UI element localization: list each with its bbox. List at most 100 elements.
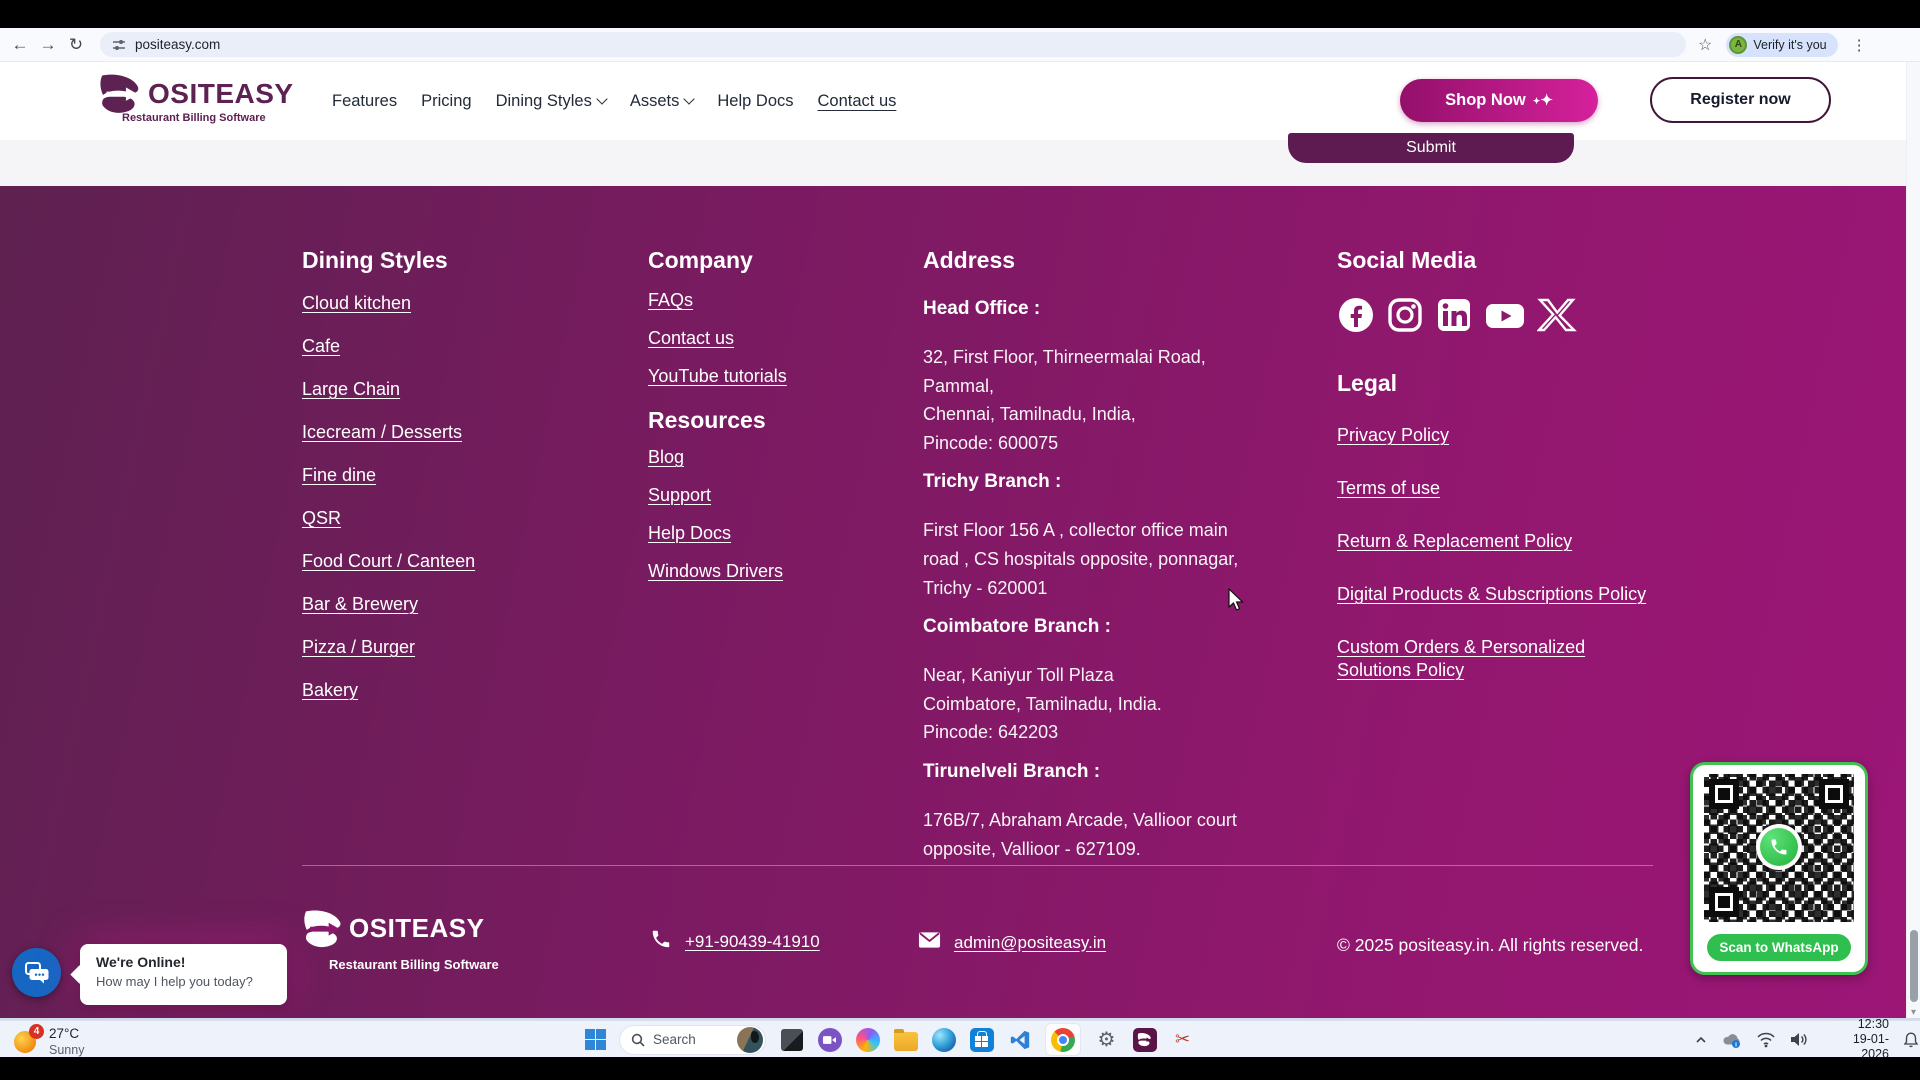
footer-link-blog[interactable]: Blog: [648, 447, 878, 468]
taskbar-app-positeasy[interactable]: [1132, 1027, 1157, 1052]
footer-link-contact-us[interactable]: Contact us: [648, 328, 878, 349]
weather-temperature: 27°C: [49, 1026, 84, 1041]
youtube-icon[interactable]: [1484, 296, 1526, 334]
nav-item-help-docs[interactable]: Help Docs: [717, 92, 793, 111]
nav-item-dining-styles[interactable]: Dining Styles: [496, 92, 606, 111]
taskbar-search[interactable]: Search: [619, 1025, 766, 1055]
footer-link-digital-products[interactable]: Digital Products & Subscriptions Policy: [1337, 583, 1657, 606]
tray-chevron-up-icon[interactable]: [1694, 1034, 1708, 1046]
x-twitter-icon[interactable]: [1537, 296, 1577, 334]
bottom-letterbox: [0, 1057, 1920, 1080]
bookmark-star-icon[interactable]: ☆: [1698, 35, 1712, 55]
submit-button[interactable]: Submit: [1288, 133, 1574, 163]
whatsapp-logo-icon: [1756, 824, 1802, 870]
taskbar-app-photos[interactable]: [779, 1027, 804, 1052]
taskbar-app-store[interactable]: [969, 1027, 994, 1052]
taskbar-app-snipping-tool[interactable]: ✂: [1170, 1027, 1195, 1052]
phone-link[interactable]: +91-90439-41910: [685, 932, 820, 952]
taskbar-app-edge[interactable]: [931, 1027, 956, 1052]
footer-link-youtube-tutorials[interactable]: YouTube tutorials: [648, 366, 878, 387]
footer-link-fine-dine[interactable]: Fine dine: [302, 465, 552, 486]
register-now-button[interactable]: Register now: [1650, 77, 1831, 123]
chat-launcher-button[interactable]: [12, 948, 61, 997]
footer-column-dining-styles: Dining Styles Cloud kitchen Cafe Large C…: [302, 247, 552, 723]
onedrive-cloud-icon[interactable]: i: [1721, 1031, 1743, 1049]
taskbar-app-vscode[interactable]: [1007, 1027, 1032, 1052]
taskbar-app-settings[interactable]: ⚙: [1094, 1027, 1119, 1052]
verify-profile-button[interactable]: A Verify it's you: [1726, 33, 1837, 57]
footer-link-faqs[interactable]: FAQs: [648, 290, 878, 311]
copyright-text: © 2025 positeasy.in. All rights reserved…: [1337, 935, 1643, 956]
search-label: Search: [653, 1032, 729, 1047]
linkedin-icon[interactable]: [1435, 296, 1473, 334]
social-media-heading: Social Media: [1337, 247, 1657, 273]
search-daily-image[interactable]: [737, 1027, 763, 1053]
shop-now-button[interactable]: Shop Now ✦✦: [1400, 79, 1598, 122]
logo-mark-icon: [98, 74, 142, 116]
footer-link-bar-brewery[interactable]: Bar & Brewery: [302, 594, 552, 615]
clock-time: 12:30: [1826, 1017, 1889, 1032]
footer-link-bakery[interactable]: Bakery: [302, 680, 552, 701]
volume-icon[interactable]: [1789, 1031, 1808, 1048]
browser-menu-icon[interactable]: ⋮: [1852, 36, 1867, 54]
footer-link-windows-drivers[interactable]: Windows Drivers: [648, 561, 878, 582]
scrollbar-down-arrow[interactable]: ▾: [1907, 1007, 1920, 1018]
footer-link-large-chain[interactable]: Large Chain: [302, 379, 552, 400]
forward-icon[interactable]: →: [34, 28, 62, 62]
whatsapp-qr-widget[interactable]: Scan to WhatsApp: [1690, 762, 1868, 975]
footer-logo-text: OSITEASY: [349, 910, 484, 946]
page-scrollbar[interactable]: ▾: [1906, 62, 1920, 1018]
email-icon: [918, 931, 941, 954]
footer-column-address: Address Head Office : 32, First Floor, T…: [923, 247, 1268, 877]
logo-text: OSITEASY: [148, 74, 294, 114]
site-logo[interactable]: OSITEASY: [98, 74, 294, 116]
footer-link-terms-of-use[interactable]: Terms of use: [1337, 477, 1657, 500]
scrollbar-thumb[interactable]: [1910, 930, 1918, 1002]
footer-link-icecream-desserts[interactable]: Icecream / Desserts: [302, 422, 552, 443]
taskbar-app-video-call[interactable]: [817, 1027, 842, 1052]
nav-item-pricing[interactable]: Pricing: [421, 92, 471, 111]
taskbar-app-file-explorer[interactable]: [893, 1027, 918, 1052]
footer-link-qsr[interactable]: QSR: [302, 508, 552, 529]
taskbar-clock[interactable]: 12:30 19-01-2026: [1826, 1017, 1889, 1062]
sparkle-icon: ✦✦: [1533, 96, 1553, 106]
taskbar-app-copilot[interactable]: [855, 1027, 880, 1052]
footer-link-custom-orders[interactable]: Custom Orders & Personalized Solutions P…: [1337, 636, 1657, 682]
wifi-icon[interactable]: [1756, 1031, 1776, 1048]
screen: ← → ↻ positeasy.com ☆ A Verify it's you …: [0, 0, 1920, 1080]
footer-logo[interactable]: OSITEASY Restaurant Billing Software: [302, 910, 499, 972]
email-link[interactable]: admin@positeasy.in: [954, 933, 1106, 953]
footer-link-cloud-kitchen[interactable]: Cloud kitchen: [302, 293, 552, 314]
footer-link-support[interactable]: Support: [648, 485, 878, 506]
instagram-icon[interactable]: [1386, 296, 1424, 334]
chevron-down-icon: [596, 93, 607, 104]
reload-icon[interactable]: ↻: [62, 28, 90, 62]
system-tray: i 12:30 19-01-2026: [1694, 1021, 1920, 1058]
weather-alert-badge: 4: [29, 1024, 44, 1039]
nav-item-assets[interactable]: Assets: [630, 92, 694, 111]
taskbar-app-chrome-active[interactable]: [1045, 1023, 1081, 1056]
notification-bell-icon[interactable]: [1902, 1030, 1920, 1049]
footer-link-food-court-canteen[interactable]: Food Court / Canteen: [302, 551, 552, 572]
footer-link-pizza-burger[interactable]: Pizza / Burger: [302, 637, 552, 658]
logo-tagline: Restaurant Billing Software: [122, 112, 266, 124]
nav-links: Features Pricing Dining Styles Assets He…: [332, 62, 896, 140]
footer-phone: +91-90439-41910: [650, 928, 820, 955]
scan-to-whatsapp-button[interactable]: Scan to WhatsApp: [1707, 934, 1851, 961]
nav-item-contact-us[interactable]: Contact us: [818, 92, 897, 111]
facebook-icon[interactable]: [1337, 296, 1375, 334]
qr-finder: [1709, 887, 1739, 917]
back-icon[interactable]: ←: [6, 28, 34, 62]
footer-link-return-replacement[interactable]: Return & Replacement Policy: [1337, 530, 1657, 553]
taskbar-weather-widget[interactable]: 4 27°C Sunny: [14, 1024, 84, 1057]
nav-item-features[interactable]: Features: [332, 92, 397, 111]
footer-link-cafe[interactable]: Cafe: [302, 336, 552, 357]
chat-tooltip[interactable]: We're Online! How may I help you today?: [80, 944, 287, 1005]
windows-start-button[interactable]: [585, 1029, 606, 1050]
search-icon: [631, 1033, 645, 1047]
site-info-icon[interactable]: [112, 38, 126, 52]
address-bar[interactable]: positeasy.com: [100, 32, 1686, 57]
footer-link-privacy-policy[interactable]: Privacy Policy: [1337, 424, 1657, 447]
taskbar: 4 27°C Sunny Search ⚙: [0, 1020, 1920, 1058]
footer-link-help-docs[interactable]: Help Docs: [648, 523, 878, 544]
